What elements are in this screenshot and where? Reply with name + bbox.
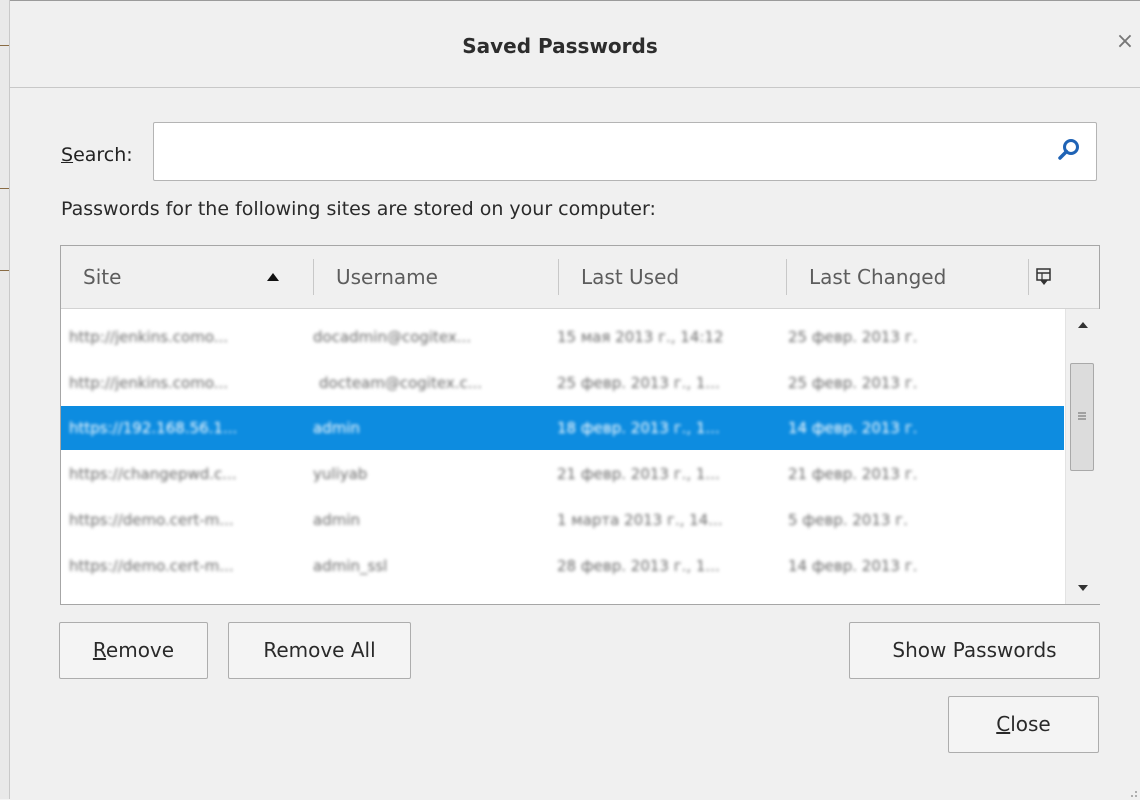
column-header-site[interactable]: Site — [83, 246, 121, 308]
table-header: Site Username Last Used Last Changed — [61, 246, 1099, 309]
cell-last-used: 1 марта 2013 г., 14... — [557, 511, 723, 529]
background-window-mark — [0, 270, 9, 271]
column-header-last-used[interactable]: Last Used — [581, 246, 679, 308]
cell-last-used: 21 февр. 2013 г., 1... — [557, 465, 720, 483]
show-passwords-label: Show Passwords — [892, 638, 1057, 662]
cell-last-used: 18 февр. 2013 г., 1... — [557, 419, 720, 437]
column-divider[interactable] — [1028, 259, 1029, 295]
table-row[interactable]: https://demo.cert-m... admin_ssl 28 февр… — [61, 544, 1064, 588]
cell-site: http://jenkins.como... — [69, 374, 229, 392]
search-input[interactable] — [160, 131, 1034, 175]
cell-last-used: 25 февр. 2013 г., 1... — [557, 374, 720, 392]
table-row[interactable]: http://jenkins.como... docteam@cogitex.c… — [61, 361, 1064, 405]
dialog-title: Saved Passwords — [462, 34, 658, 58]
cell-username: yuliyab — [313, 465, 368, 483]
remove-all-button[interactable]: Remove All — [228, 622, 411, 679]
scrollbar-thumb[interactable] — [1070, 363, 1094, 471]
remove-all-label: Remove All — [263, 638, 376, 662]
cell-site: https://demo.cert-m... — [69, 557, 234, 575]
search-label: Search: — [61, 144, 133, 166]
background-window-mark — [0, 45, 9, 46]
sort-ascending-icon — [267, 273, 279, 281]
table-body: http://jenkins.como... docadmin@cogitex.… — [61, 309, 1064, 604]
column-divider[interactable] — [786, 259, 787, 295]
cell-username: admin — [313, 511, 360, 529]
cell-username: admin_ssl — [313, 557, 388, 575]
vertical-scrollbar[interactable] — [1065, 309, 1100, 604]
cell-last-changed: 21 февр. 2013 г. — [788, 465, 918, 483]
cell-username: docadmin@cogitex... — [313, 328, 472, 346]
table-row[interactable]: https://demo.cert-m... admin 1 марта 201… — [61, 498, 1064, 542]
background-window-mark — [0, 188, 9, 189]
grip-icon — [1078, 412, 1086, 420]
cell-username: admin — [313, 419, 360, 437]
passwords-table: Site Username Last Used Last Changed htt… — [60, 245, 1100, 605]
scroll-down-icon[interactable] — [1077, 584, 1089, 592]
saved-passwords-dialog: Saved Passwords × Search: Passwords for … — [10, 0, 1140, 800]
search-field[interactable] — [153, 122, 1097, 181]
column-picker-icon[interactable] — [1036, 268, 1052, 286]
cell-last-changed: 25 февр. 2013 г. — [788, 328, 918, 346]
cell-username: docteam@cogitex.c... — [319, 374, 483, 392]
cell-last-changed: 14 февр. 2013 г. — [788, 419, 918, 437]
cell-site: https://192.168.56.1... — [69, 419, 238, 437]
remove-button[interactable]: Remove — [59, 622, 208, 679]
close-button[interactable]: Close — [948, 696, 1099, 753]
column-header-username[interactable]: Username — [336, 246, 438, 308]
table-row[interactable]: http://jenkins.como... docadmin@cogitex.… — [61, 315, 1064, 359]
cell-site: https://changepwd.c... — [69, 465, 237, 483]
titlebar: Saved Passwords × — [10, 1, 1140, 88]
cell-last-changed: 25 февр. 2013 г. — [788, 374, 918, 392]
resize-grip-icon[interactable] — [1128, 788, 1138, 798]
close-icon[interactable]: × — [1114, 31, 1136, 53]
column-divider[interactable] — [558, 259, 559, 295]
cell-last-changed: 14 февр. 2013 г. — [788, 557, 918, 575]
cell-last-changed: 5 февр. 2013 г. — [788, 511, 908, 529]
scroll-up-icon[interactable] — [1077, 321, 1089, 329]
show-passwords-button[interactable]: Show Passwords — [849, 622, 1100, 679]
background-window-edge — [0, 0, 10, 799]
info-text: Passwords for the following sites are st… — [61, 198, 656, 220]
cell-site: https://demo.cert-m... — [69, 511, 234, 529]
cell-last-used: 15 мая 2013 г., 14:12 — [557, 328, 724, 346]
cell-site: http://jenkins.como... — [69, 328, 229, 346]
column-header-last-changed[interactable]: Last Changed — [809, 246, 946, 308]
cell-last-used: 28 февр. 2013 г., 1... — [557, 557, 720, 575]
search-icon[interactable] — [1056, 137, 1082, 163]
table-row[interactable]: https://changepwd.c... yuliyab 21 февр. … — [61, 452, 1064, 496]
table-row-selected[interactable]: https://192.168.56.1... admin 18 февр. 2… — [61, 406, 1064, 450]
column-divider[interactable] — [313, 259, 314, 295]
